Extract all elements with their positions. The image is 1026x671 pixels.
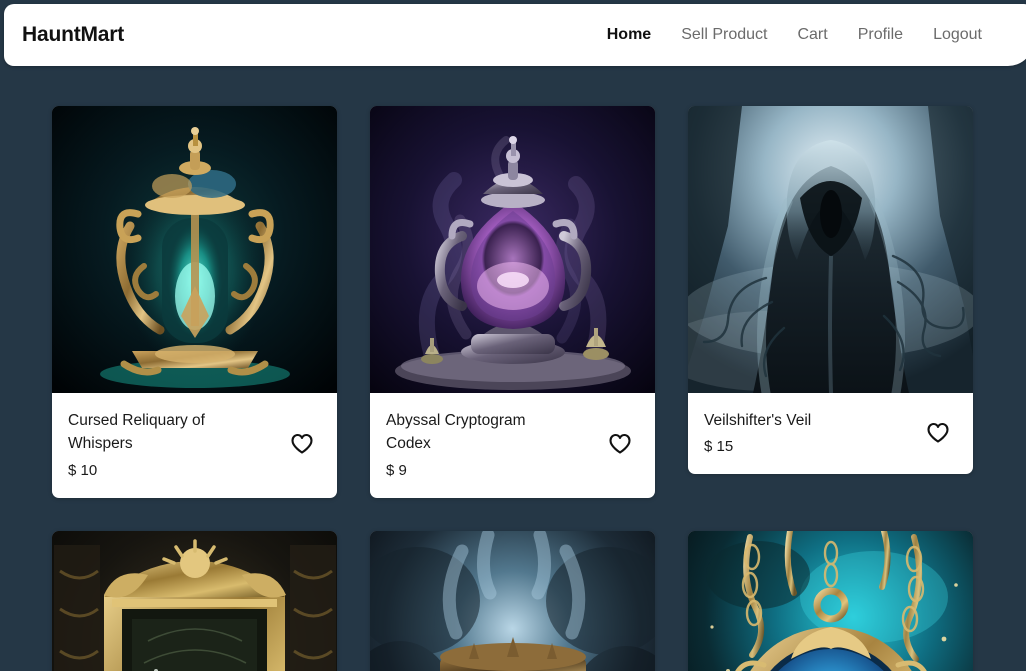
product-card[interactable]: Cursed Reliquary of Whispers $ 10 [52, 106, 337, 498]
product-info: Abyssal Cryptogram Codex $ 9 [386, 409, 597, 480]
product-price: $ 10 [68, 461, 98, 479]
product-card-body: Veilshifter's Veil $ 15 [688, 393, 973, 474]
heart-outline-icon[interactable] [289, 431, 315, 457]
product-info: Cursed Reliquary of Whispers $ 10 [68, 409, 279, 480]
top-navbar: HauntMart Home Sell Product Cart Profile… [4, 4, 1026, 66]
product-price: $ 9 [386, 461, 407, 479]
product-card[interactable] [688, 530, 973, 671]
product-card[interactable]: Veilshifter's Veil $ 15 [688, 106, 973, 475]
product-card[interactable]: Abyssal Cryptogram Codex $ 9 [370, 106, 655, 498]
product-title: Cursed Reliquary of Whispers [68, 412, 205, 453]
product-card[interactable] [370, 530, 655, 671]
nav-item-sell-product[interactable]: Sell Product [681, 26, 767, 44]
product-image-blue-amulet [688, 530, 973, 671]
product-title: Veilshifter's Veil [704, 412, 812, 429]
product-image-cursed-reliquary [52, 106, 337, 393]
product-image-glowing-hourglass [370, 530, 655, 671]
product-image-great-eye-frame [52, 530, 337, 671]
product-image-veilshifters-veil [688, 106, 973, 393]
nav-item-home[interactable]: Home [607, 26, 651, 44]
product-title: Abyssal Cryptogram Codex [386, 412, 526, 453]
product-grid: Cursed Reliquary of Whispers $ 10 Abyssa… [52, 106, 974, 671]
product-card[interactable] [52, 530, 337, 671]
nav-links: Home Sell Product Cart Profile Logout [607, 26, 982, 44]
product-card-body: Cursed Reliquary of Whispers $ 10 [52, 393, 337, 498]
product-card-body: Abyssal Cryptogram Codex $ 9 [370, 393, 655, 498]
product-price: $ 15 [704, 438, 734, 456]
product-image-abyssal-cryptogram [370, 106, 655, 393]
product-info: Veilshifter's Veil $ 15 [704, 409, 915, 456]
heart-outline-icon[interactable] [607, 431, 633, 457]
brand-logo[interactable]: HauntMart [22, 23, 124, 47]
nav-item-logout[interactable]: Logout [933, 26, 982, 44]
nav-item-profile[interactable]: Profile [858, 26, 903, 44]
nav-item-cart[interactable]: Cart [797, 26, 827, 44]
heart-outline-icon[interactable] [925, 420, 951, 446]
